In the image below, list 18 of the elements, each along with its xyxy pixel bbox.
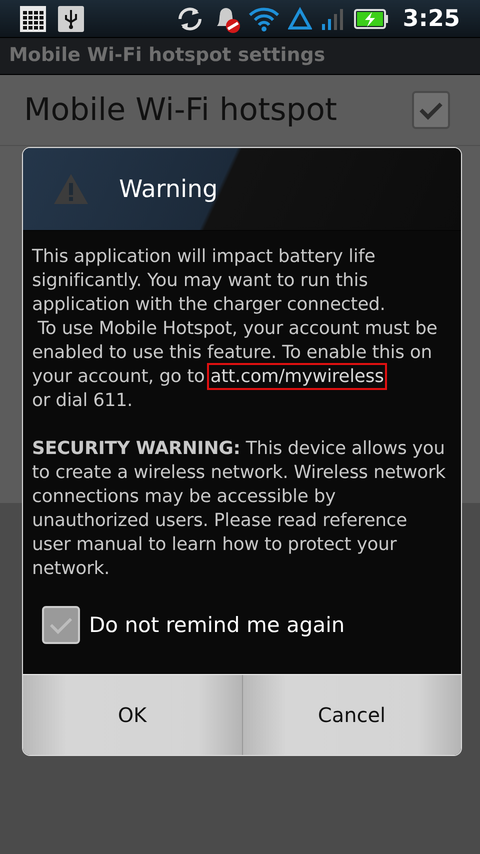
setting-label: Mobile Wi-Fi hotspot xyxy=(24,92,338,128)
setting-checkbox[interactable] xyxy=(412,91,450,129)
account-link[interactable]: att.com/mywireless xyxy=(210,366,384,387)
battery-icon xyxy=(354,6,389,30)
calendar-icon xyxy=(20,6,46,32)
dialog-title: Warning xyxy=(119,175,218,203)
usb-icon xyxy=(58,6,84,32)
checkbox-label: Do not remind me again xyxy=(89,613,345,637)
screen-title: Mobile Wi-Fi hotspot settings xyxy=(9,44,326,66)
clock-time: 3:25 xyxy=(402,6,460,32)
remind-checkbox[interactable] xyxy=(42,606,80,644)
dialog-button[interactable]: OK xyxy=(23,675,242,755)
dialog-message: This application will impact battery life significantly. You may want to run this application with the charger connected. To use Mobile Hotspot, your account must be enabled to use this feature. To enable this on your account, go to att.com/mywireless or dial 611. xyxy=(32,245,438,413)
dialog-message: SECURITY WARNING: This device allows you to create a wireless network. Wireless network connections may be accessible by unauthorized users. Please read reference user manual to learn how to protect your network. xyxy=(32,437,447,581)
data-triangle-icon xyxy=(288,6,312,32)
sync-icon xyxy=(176,4,204,32)
dialog-button[interactable]: Cancel xyxy=(242,675,461,755)
warning-icon xyxy=(53,173,89,205)
